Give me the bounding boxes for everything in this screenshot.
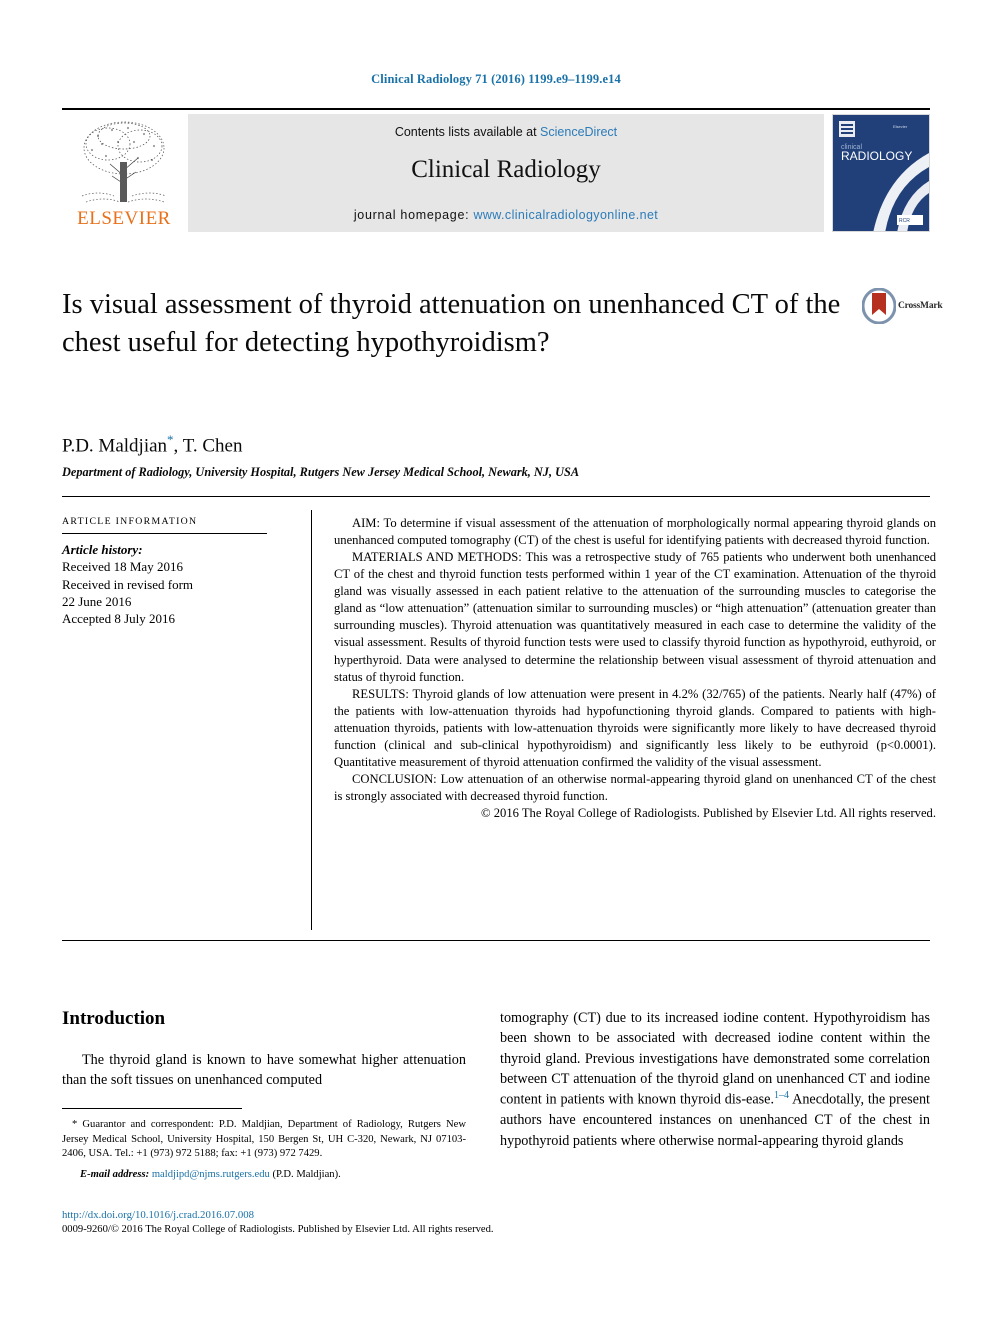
title-block: Is visual assessment of thyroid attenuat…: [62, 286, 852, 362]
body-column-right: tomography (CT) due to its increased iod…: [500, 1008, 930, 1151]
journal-cover-thumbnail: Elsevier clinical RADIOLOGY RCR: [832, 114, 930, 232]
article-history-item: Accepted 8 July 2016: [62, 611, 176, 627]
journal-masthead: ELSEVIER Contents lists available at Sci…: [62, 108, 930, 234]
article-history-label: Article history:: [62, 542, 143, 557]
author-corresponding: P.D. Maldjian: [62, 435, 168, 457]
introduction-heading: Introduction: [62, 1008, 166, 1029]
svg-text:Elsevier: Elsevier: [893, 124, 908, 129]
email-label: E-mail address:: [80, 1168, 150, 1180]
page-title: Is visual assessment of thyroid attenuat…: [62, 289, 841, 358]
footnote-correspondence: * Guarantor and correspondent: P.D. Mald…: [62, 1119, 466, 1160]
svg-text:RADIOLOGY: RADIOLOGY: [841, 149, 912, 163]
abstract-conclusion: CONCLUSION: Low attenuation of an otherw…: [334, 771, 936, 803]
body-column-left: Introduction The thyroid gland is known …: [62, 1008, 466, 1091]
author-list: P.D. Maldjian*, T. Chen: [62, 432, 243, 457]
contents-prefix: Contents lists available at: [394, 125, 541, 139]
author-rest: , T. Chen: [173, 435, 243, 457]
article-page: Clinical Radiology 71 (2016) 1199.e9–119…: [0, 0, 992, 1323]
abstract-copyright: © 2016 The Royal College of Radiologists…: [481, 806, 936, 821]
abstract-aim: AIM: To determine if visual assessment o…: [334, 516, 936, 548]
elsevier-logo: ELSEVIER: [62, 114, 188, 232]
email-link[interactable]: maldjipd@njms.rutgers.edu: [152, 1169, 270, 1180]
article-history-item: 22 June 2016: [62, 593, 132, 609]
footnote-block: * Guarantor and correspondent: P.D. Mald…: [62, 1118, 466, 1182]
sciencedirect-banner: Contents lists available at ScienceDirec…: [188, 114, 824, 232]
sciencedirect-link[interactable]: ScienceDirect: [540, 125, 617, 139]
doi-block: http://dx.doi.org/10.1016/j.crad.2016.07…: [62, 1208, 582, 1238]
divider-below-abstract: [62, 940, 930, 941]
author-affiliation: Department of Radiology, University Hosp…: [62, 465, 580, 479]
journal-homepage-line: journal homepage: www.clinicalradiologyo…: [188, 208, 824, 222]
divider-under-affiliation: [62, 496, 930, 497]
introduction-paragraph-right: tomography (CT) due to its increased iod…: [500, 1008, 930, 1151]
reference-marker[interactable]: 1–4: [774, 1090, 789, 1101]
crossmark-badge[interactable]: CrossMark: [861, 287, 944, 328]
journal-homepage-link[interactable]: www.clinicalradiologyonline.net: [473, 208, 658, 222]
divider-article-information: [62, 533, 267, 534]
abstract-results: RESULTS: Thyroid glands of low attenuati…: [334, 686, 936, 769]
homepage-prefix: journal homepage:: [353, 208, 474, 222]
crossmark-label: CrossMark: [898, 301, 943, 311]
abstract-block: AIM: To determine if visual assessment o…: [334, 515, 936, 822]
article-history-item: Received 18 May 2016: [62, 559, 183, 575]
introduction-paragraph-left: The thyroid gland is known to have somew…: [62, 1052, 466, 1089]
elsevier-wordmark: ELSEVIER: [77, 208, 171, 229]
abstract-materials-methods: MATERIALS AND METHODS: This was a retros…: [334, 550, 936, 684]
divider-vertical-abstract: [311, 510, 312, 930]
journal-title: Clinical Radiology: [411, 156, 601, 183]
elsevier-tree-icon: [68, 118, 180, 204]
running-head-citation: Clinical Radiology 71 (2016) 1199.e9–119…: [371, 72, 621, 86]
contents-line: Contents lists available at ScienceDirec…: [188, 125, 824, 139]
svg-text:RCR: RCR: [899, 218, 910, 224]
article-history-item: Received in revised form: [62, 576, 194, 592]
issn-copyright-line: 0009-9260/© 2016 The Royal College of Ra…: [62, 1224, 494, 1236]
article-information-block: ARTICLE INFORMATION Article history: Rec…: [62, 516, 290, 627]
article-information-heading: ARTICLE INFORMATION: [62, 516, 198, 527]
divider-footnote: [62, 1108, 242, 1109]
article-history: Article history: Received 18 May 2016 Re…: [62, 541, 290, 627]
email-owner: (P.D. Maldjian).: [272, 1168, 341, 1180]
footnote-email-line: E-mail address: maldjipd@njms.rutgers.ed…: [62, 1168, 466, 1183]
doi-link[interactable]: http://dx.doi.org/10.1016/j.crad.2016.07…: [62, 1208, 582, 1223]
